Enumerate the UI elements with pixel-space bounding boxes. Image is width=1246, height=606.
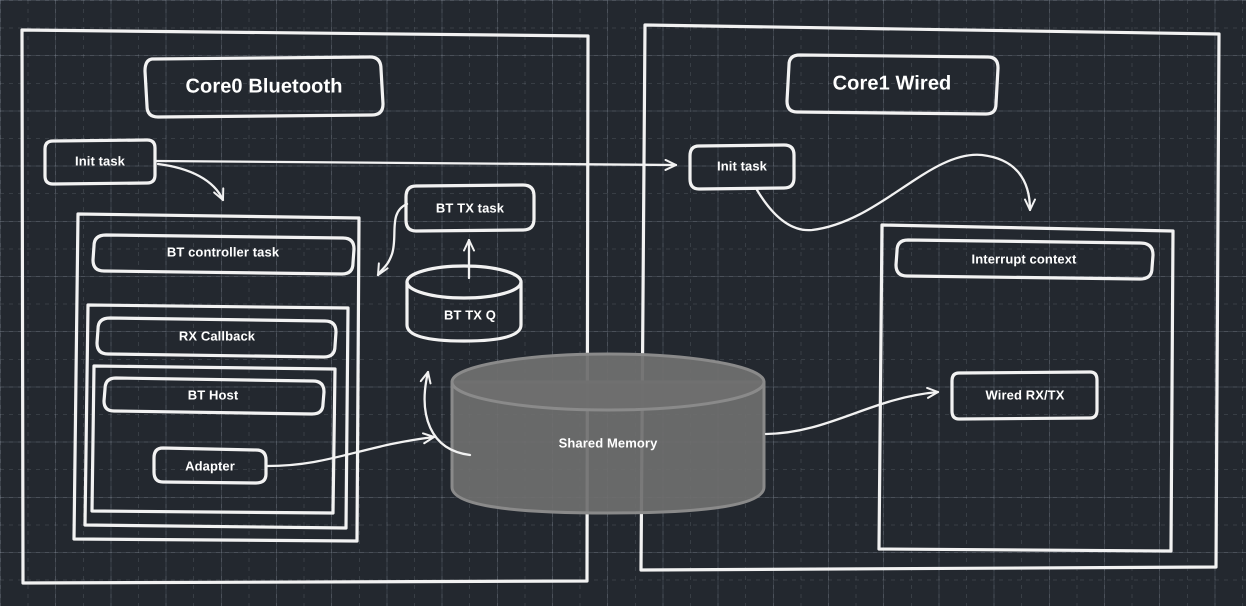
bt-controller-task-box bbox=[91, 233, 356, 276]
core1-title-box bbox=[785, 53, 1000, 116]
edge-init0-to-init1 bbox=[154, 158, 678, 171]
edge-shared-memory-to-wired-rx-tx bbox=[764, 386, 940, 436]
core0-init-task-box bbox=[43, 138, 157, 186]
core1-init-task-box bbox=[688, 143, 796, 191]
core0-title-box bbox=[143, 55, 385, 119]
core1-inner-box bbox=[877, 223, 1175, 553]
bt-host-box bbox=[102, 376, 326, 416]
bt-tx-task-box bbox=[404, 183, 536, 233]
adapter-box bbox=[152, 446, 268, 485]
edge-init0-to-bt-controller bbox=[156, 162, 225, 202]
bt-host-container-box bbox=[90, 364, 337, 515]
edge-bt-tx-task-to-controller bbox=[376, 202, 409, 277]
wired-rx-tx-box bbox=[950, 370, 1099, 421]
edge-adapter-to-shared-memory bbox=[265, 432, 436, 468]
diagram-vector-layer bbox=[20, 23, 1221, 585]
rx-callback-container-box bbox=[83, 303, 350, 530]
rx-callback-box bbox=[95, 316, 338, 359]
diagram-canvas: Core0 Bluetooth Init task BT controller … bbox=[0, 0, 1246, 606]
interrupt-context-box bbox=[894, 238, 1155, 281]
shared-memory-cylinder bbox=[450, 352, 766, 515]
edge-init1-to-interrupt-context bbox=[755, 153, 1036, 232]
bt-tx-queue-cylinder bbox=[405, 264, 523, 343]
